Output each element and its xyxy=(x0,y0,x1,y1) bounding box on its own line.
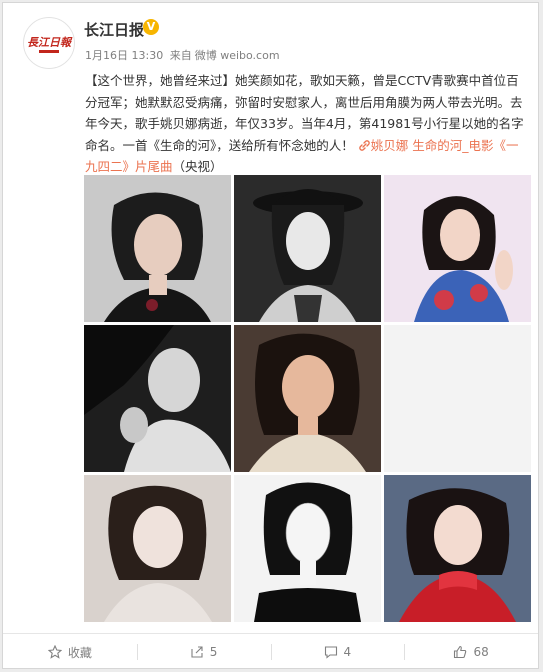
photo-2[interactable] xyxy=(234,175,381,322)
photo-9[interactable] xyxy=(384,475,531,622)
comment-count: 4 xyxy=(343,645,352,659)
photo-4[interactable] xyxy=(84,325,231,472)
photo-grid xyxy=(84,175,531,624)
comment-icon xyxy=(324,645,338,659)
newspaper-logo-icon: 長江日報 xyxy=(25,19,73,67)
post-text: 【这个世界，她曾经来过】她笑颜如花，歌如天籁，曾是CCTV青歌赛中首位百分冠军；… xyxy=(85,70,525,178)
favorite-button[interactable]: 收藏 xyxy=(3,634,137,670)
post-tail: （央视） xyxy=(172,159,223,174)
photo-5[interactable] xyxy=(234,325,381,472)
action-bar: 收藏 5 4 68 xyxy=(3,633,538,670)
account-name[interactable]: 长江日报 xyxy=(84,19,144,40)
star-icon xyxy=(47,645,62,659)
weibo-post-card: 長江日報 长江日报 V 1月16日 13:30 来自 微博 weibo.com 【… xyxy=(2,2,539,669)
thumbs-up-icon xyxy=(453,645,467,659)
post-source[interactable]: 微博 weibo.com xyxy=(195,49,280,62)
verified-icon: V xyxy=(143,19,159,35)
photo-7[interactable] xyxy=(84,475,231,622)
post-meta: 1月16日 13:30 来自 微博 weibo.com xyxy=(85,47,283,63)
repost-button[interactable]: 5 xyxy=(136,634,271,670)
comment-button[interactable]: 4 xyxy=(270,634,405,670)
repost-count: 5 xyxy=(209,645,218,659)
source-prefix: 来自 xyxy=(169,49,192,62)
link-icon xyxy=(359,139,370,151)
like-button[interactable]: 68 xyxy=(404,634,538,670)
photo-3[interactable] xyxy=(384,175,531,322)
avatar[interactable]: 長江日報 xyxy=(23,17,75,69)
post-date[interactable]: 1月16日 13:30 xyxy=(85,49,163,62)
like-count: 68 xyxy=(473,645,489,659)
favorite-label: 收藏 xyxy=(67,645,92,660)
photo-8[interactable] xyxy=(234,475,381,622)
photo-1[interactable] xyxy=(84,175,231,322)
avatar-text: 長江日報 xyxy=(27,36,73,49)
photo-6 xyxy=(384,325,531,472)
repost-icon xyxy=(190,645,204,659)
